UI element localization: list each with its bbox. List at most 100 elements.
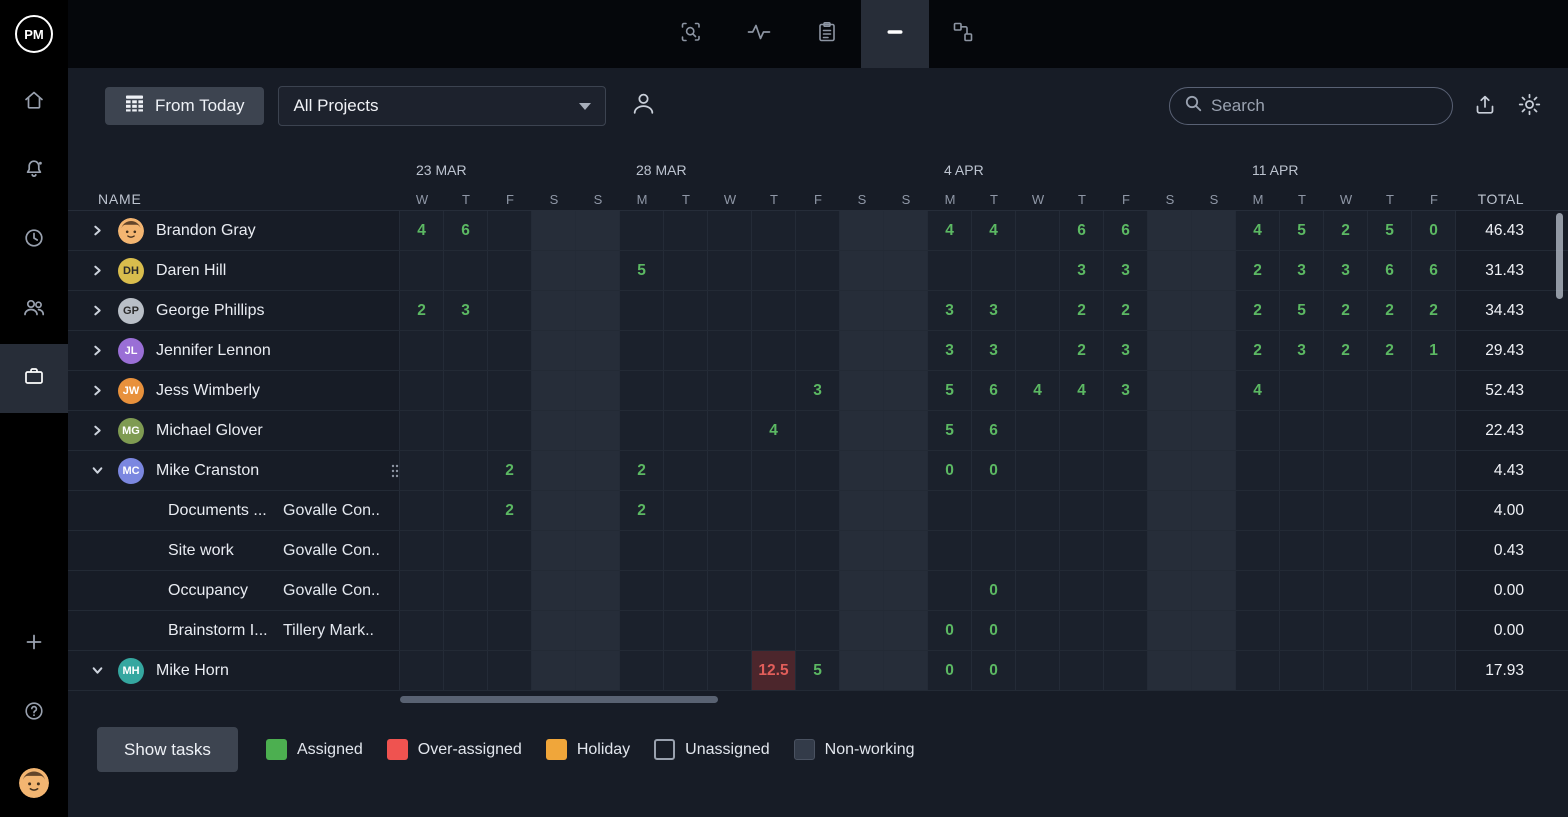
- load-cell[interactable]: 0: [928, 651, 972, 690]
- load-cell[interactable]: [840, 411, 884, 450]
- load-cell[interactable]: [752, 611, 796, 650]
- load-cell[interactable]: [972, 491, 1016, 530]
- load-cell[interactable]: [532, 571, 576, 610]
- load-cell[interactable]: 4: [1016, 371, 1060, 410]
- expand-chevron-icon[interactable]: [84, 345, 110, 356]
- load-cell[interactable]: [400, 531, 444, 570]
- load-cell[interactable]: [840, 611, 884, 650]
- load-cell[interactable]: 2: [1236, 291, 1280, 330]
- load-cell[interactable]: [664, 331, 708, 370]
- load-cell[interactable]: [708, 571, 752, 610]
- load-cell[interactable]: [1016, 331, 1060, 370]
- load-cell[interactable]: [620, 571, 664, 610]
- load-cell[interactable]: 2: [1060, 291, 1104, 330]
- load-cell[interactable]: [664, 371, 708, 410]
- load-cell[interactable]: [1016, 491, 1060, 530]
- load-cell[interactable]: [576, 291, 620, 330]
- load-cell[interactable]: [1148, 211, 1192, 250]
- load-cell[interactable]: [1148, 451, 1192, 490]
- load-cell[interactable]: [884, 411, 928, 450]
- load-cell[interactable]: [1280, 531, 1324, 570]
- load-cell[interactable]: 3: [1104, 331, 1148, 370]
- resource-row[interactable]: JWJess Wimberly356443452.43: [68, 371, 1568, 411]
- sidebar-item-home[interactable]: [0, 68, 68, 137]
- load-cell[interactable]: [488, 571, 532, 610]
- load-cell[interactable]: 2: [1324, 331, 1368, 370]
- load-cell[interactable]: [532, 291, 576, 330]
- load-cell[interactable]: [796, 611, 840, 650]
- load-cell[interactable]: [620, 611, 664, 650]
- load-cell[interactable]: 2: [488, 491, 532, 530]
- load-cell[interactable]: [840, 451, 884, 490]
- load-cell[interactable]: [1192, 331, 1236, 370]
- load-cell[interactable]: [1368, 491, 1412, 530]
- load-cell[interactable]: [1368, 371, 1412, 410]
- resource-row[interactable]: Brandon Gray4644664525046.43: [68, 211, 1568, 251]
- load-cell[interactable]: [840, 371, 884, 410]
- load-cell[interactable]: [1016, 531, 1060, 570]
- load-cell[interactable]: [1280, 611, 1324, 650]
- load-cell[interactable]: [840, 571, 884, 610]
- load-cell[interactable]: [1236, 451, 1280, 490]
- expand-chevron-icon[interactable]: [84, 225, 110, 236]
- load-cell[interactable]: 6: [972, 371, 1016, 410]
- load-cell[interactable]: [664, 651, 708, 690]
- load-cell[interactable]: [576, 491, 620, 530]
- load-cell[interactable]: [444, 531, 488, 570]
- load-cell[interactable]: [1236, 531, 1280, 570]
- load-cell[interactable]: [488, 331, 532, 370]
- load-cell[interactable]: [1104, 571, 1148, 610]
- load-cell[interactable]: [444, 651, 488, 690]
- resource-row[interactable]: GPGeorge Phillips2333222522234.43: [68, 291, 1568, 331]
- load-cell[interactable]: [1148, 571, 1192, 610]
- load-cell[interactable]: [928, 531, 972, 570]
- load-cell[interactable]: [576, 371, 620, 410]
- load-cell[interactable]: [1016, 411, 1060, 450]
- load-cell[interactable]: 0: [972, 451, 1016, 490]
- load-cell[interactable]: 2: [620, 491, 664, 530]
- load-cell[interactable]: 12.5: [752, 651, 796, 690]
- expand-chevron-icon[interactable]: [84, 465, 110, 476]
- load-cell[interactable]: [1324, 451, 1368, 490]
- expand-chevron-icon[interactable]: [84, 425, 110, 436]
- load-cell[interactable]: [1192, 371, 1236, 410]
- load-cell[interactable]: [752, 291, 796, 330]
- load-cell[interactable]: [576, 451, 620, 490]
- load-cell[interactable]: [1016, 571, 1060, 610]
- load-cell[interactable]: [1148, 291, 1192, 330]
- load-cell[interactable]: [1060, 531, 1104, 570]
- load-cell[interactable]: [488, 291, 532, 330]
- load-cell[interactable]: [1148, 371, 1192, 410]
- load-cell[interactable]: [708, 371, 752, 410]
- load-cell[interactable]: 2: [1236, 331, 1280, 370]
- load-cell[interactable]: 5: [928, 411, 972, 450]
- expand-chevron-icon[interactable]: [84, 665, 110, 676]
- task-row[interactable]: Brainstorm I...Tillery Mark..000.00: [68, 611, 1568, 651]
- resource-row[interactable]: MGMichael Glover45622.43: [68, 411, 1568, 451]
- load-cell[interactable]: [664, 411, 708, 450]
- load-cell[interactable]: [1412, 451, 1456, 490]
- load-cell[interactable]: [1104, 611, 1148, 650]
- load-cell[interactable]: [1368, 611, 1412, 650]
- load-cell[interactable]: 6: [1060, 211, 1104, 250]
- settings-button[interactable]: [1517, 92, 1542, 120]
- load-cell[interactable]: 2: [1060, 331, 1104, 370]
- load-cell[interactable]: [1368, 411, 1412, 450]
- load-cell[interactable]: [1412, 531, 1456, 570]
- load-cell[interactable]: [1412, 611, 1456, 650]
- load-cell[interactable]: [576, 251, 620, 290]
- horizontal-scrollbar[interactable]: [400, 696, 718, 703]
- load-cell[interactable]: [1412, 411, 1456, 450]
- load-cell[interactable]: 2: [1368, 291, 1412, 330]
- load-cell[interactable]: [1148, 411, 1192, 450]
- load-cell[interactable]: [796, 291, 840, 330]
- load-cell[interactable]: [488, 211, 532, 250]
- load-cell[interactable]: [884, 331, 928, 370]
- resource-row[interactable]: JLJennifer Lennon33232322129.43: [68, 331, 1568, 371]
- load-cell[interactable]: [488, 531, 532, 570]
- load-cell[interactable]: [1412, 491, 1456, 530]
- load-cell[interactable]: 3: [444, 291, 488, 330]
- load-cell[interactable]: [576, 531, 620, 570]
- load-cell[interactable]: [620, 211, 664, 250]
- load-cell[interactable]: [400, 251, 444, 290]
